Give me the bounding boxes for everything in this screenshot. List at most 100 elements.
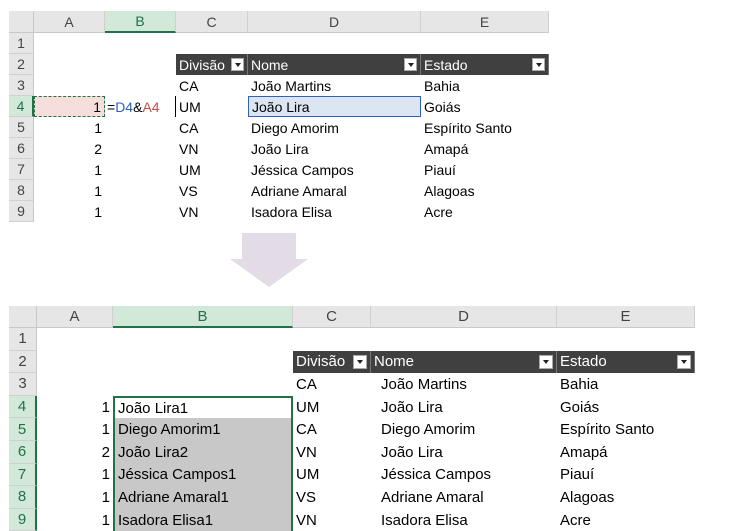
- row-header-2[interactable]: 2: [9, 350, 37, 374]
- cell-divisao[interactable]: VN: [176, 201, 248, 222]
- cell-a3[interactable]: [34, 75, 105, 96]
- cell-divisao[interactable]: CA: [293, 418, 371, 441]
- cell-divisao[interactable]: UM: [176, 96, 248, 117]
- row-header-3[interactable]: 3: [9, 373, 37, 396]
- cell-nome[interactable]: João Martins: [248, 75, 421, 96]
- cell-estado[interactable]: Alagoas: [421, 180, 549, 201]
- cell-b9[interactable]: Isadora Elisa1: [113, 508, 293, 531]
- cell-a1[interactable]: [37, 328, 113, 351]
- column-header-a[interactable]: A: [37, 306, 113, 328]
- cell-estado[interactable]: Alagoas: [557, 486, 695, 509]
- column-header-b[interactable]: B: [113, 306, 293, 328]
- cell-a8[interactable]: 1: [34, 180, 105, 201]
- cell-divisao[interactable]: VN: [293, 509, 371, 531]
- cell-b1[interactable]: [113, 328, 293, 351]
- row-header-2[interactable]: 2: [9, 54, 34, 75]
- filter-dropdown-icon[interactable]: [677, 354, 691, 369]
- filter-dropdown-icon[interactable]: [532, 58, 545, 71]
- cell-nome[interactable]: Isadora Elisa: [371, 509, 557, 531]
- filter-dropdown-icon[interactable]: [539, 354, 553, 369]
- cell-b2[interactable]: [113, 351, 293, 374]
- cell-b4[interactable]: João Lira1: [113, 395, 293, 419]
- column-header-c[interactable]: C: [293, 306, 371, 328]
- cell-nome[interactable]: Adriane Amaral: [371, 486, 557, 509]
- row-header-5[interactable]: 5: [9, 117, 34, 138]
- cell-divisao[interactable]: CA: [176, 117, 248, 138]
- cell-divisao[interactable]: CA: [176, 75, 248, 96]
- cell-a2[interactable]: [37, 351, 113, 374]
- row-header-4[interactable]: 4: [9, 96, 34, 117]
- column-header-b[interactable]: B: [105, 11, 176, 33]
- cell-a9[interactable]: 1: [37, 509, 113, 531]
- cell-nome[interactable]: João Lira: [371, 441, 557, 464]
- cell-estado[interactable]: Espírito Santo: [421, 117, 549, 138]
- row-header-8[interactable]: 8: [9, 180, 34, 201]
- cell-a5[interactable]: 1: [37, 418, 113, 441]
- cell-estado[interactable]: Amapá: [421, 138, 549, 159]
- cell-a6[interactable]: 2: [37, 441, 113, 464]
- column-header-e[interactable]: E: [557, 306, 695, 328]
- cell-a6[interactable]: 2: [34, 138, 105, 159]
- cell-estado[interactable]: Goiás: [557, 396, 695, 419]
- cell-nome[interactable]: Jéssica Campos: [371, 464, 557, 487]
- cell-divisao[interactable]: VS: [176, 180, 248, 201]
- select-all-corner[interactable]: [9, 306, 37, 328]
- row-header-8[interactable]: 8: [9, 486, 37, 509]
- cell-estado[interactable]: Piauí: [421, 159, 549, 180]
- row-header-3[interactable]: 3: [9, 75, 34, 96]
- row-header-6[interactable]: 6: [9, 441, 37, 464]
- formula-editor-b4[interactable]: = D4 & A4: [105, 96, 176, 117]
- cell-nome[interactable]: João Martins: [371, 373, 557, 396]
- cell-divisao[interactable]: VS: [293, 486, 371, 509]
- cell-b5[interactable]: Diego Amorim1: [113, 418, 293, 441]
- cell-nome[interactable]: João Lira: [371, 396, 557, 419]
- cell-a5[interactable]: 1: [34, 117, 105, 138]
- cell-estado[interactable]: Amapá: [557, 441, 695, 464]
- cell-nome[interactable]: João Lira: [248, 138, 421, 159]
- cell-a4[interactable]: 1: [37, 396, 113, 419]
- select-all-corner[interactable]: [9, 11, 34, 33]
- cell-estado[interactable]: Espírito Santo: [557, 418, 695, 441]
- cell-a8[interactable]: 1: [37, 486, 113, 509]
- cell-divisao[interactable]: UM: [176, 159, 248, 180]
- cell-nome[interactable]: João Lira: [248, 96, 421, 117]
- row-header-1[interactable]: 1: [9, 33, 34, 54]
- row-header-6[interactable]: 6: [9, 138, 34, 159]
- cell-a2[interactable]: [34, 54, 105, 75]
- row-header-7[interactable]: 7: [9, 159, 34, 180]
- cell-divisao[interactable]: CA: [293, 373, 371, 396]
- cell-a4[interactable]: 1: [34, 96, 105, 117]
- cell-nome[interactable]: Jéssica Campos: [248, 159, 421, 180]
- filter-dropdown-icon[interactable]: [231, 58, 244, 71]
- column-header-d[interactable]: D: [248, 11, 421, 33]
- cell-nome[interactable]: Isadora Elisa: [248, 201, 421, 222]
- column-header-d[interactable]: D: [371, 306, 557, 328]
- filter-dropdown-icon[interactable]: [404, 58, 417, 71]
- cell-estado[interactable]: Acre: [421, 201, 549, 222]
- column-header-e[interactable]: E: [421, 11, 549, 33]
- cell-divisao[interactable]: VN: [176, 138, 248, 159]
- cell-a9[interactable]: 1: [34, 201, 105, 222]
- cell-a7[interactable]: 1: [37, 464, 113, 487]
- cell-divisao[interactable]: UM: [293, 396, 371, 419]
- cell-b3[interactable]: [113, 373, 293, 396]
- cell-a1[interactable]: [34, 33, 105, 54]
- column-header-a[interactable]: A: [34, 11, 105, 33]
- cell-nome[interactable]: Diego Amorim: [371, 418, 557, 441]
- row-header-9[interactable]: 9: [9, 201, 34, 222]
- cell-b8[interactable]: Adriane Amaral1: [113, 486, 293, 509]
- cell-divisao[interactable]: UM: [293, 464, 371, 487]
- row-header-5[interactable]: 5: [9, 418, 37, 441]
- cell-b6[interactable]: João Lira2: [113, 441, 293, 464]
- row-header-4[interactable]: 4: [9, 395, 37, 419]
- cell-estado[interactable]: Bahia: [421, 75, 549, 96]
- cell-estado[interactable]: Acre: [557, 509, 695, 531]
- row-header-9[interactable]: 9: [9, 508, 37, 531]
- cell-b7[interactable]: Jéssica Campos1: [113, 463, 293, 487]
- cell-divisao[interactable]: VN: [293, 441, 371, 464]
- cell-a7[interactable]: 1: [34, 159, 105, 180]
- filter-dropdown-icon[interactable]: [353, 354, 367, 369]
- row-header-7[interactable]: 7: [9, 463, 37, 487]
- cell-a3[interactable]: [37, 373, 113, 396]
- cell-estado[interactable]: Bahia: [557, 373, 695, 396]
